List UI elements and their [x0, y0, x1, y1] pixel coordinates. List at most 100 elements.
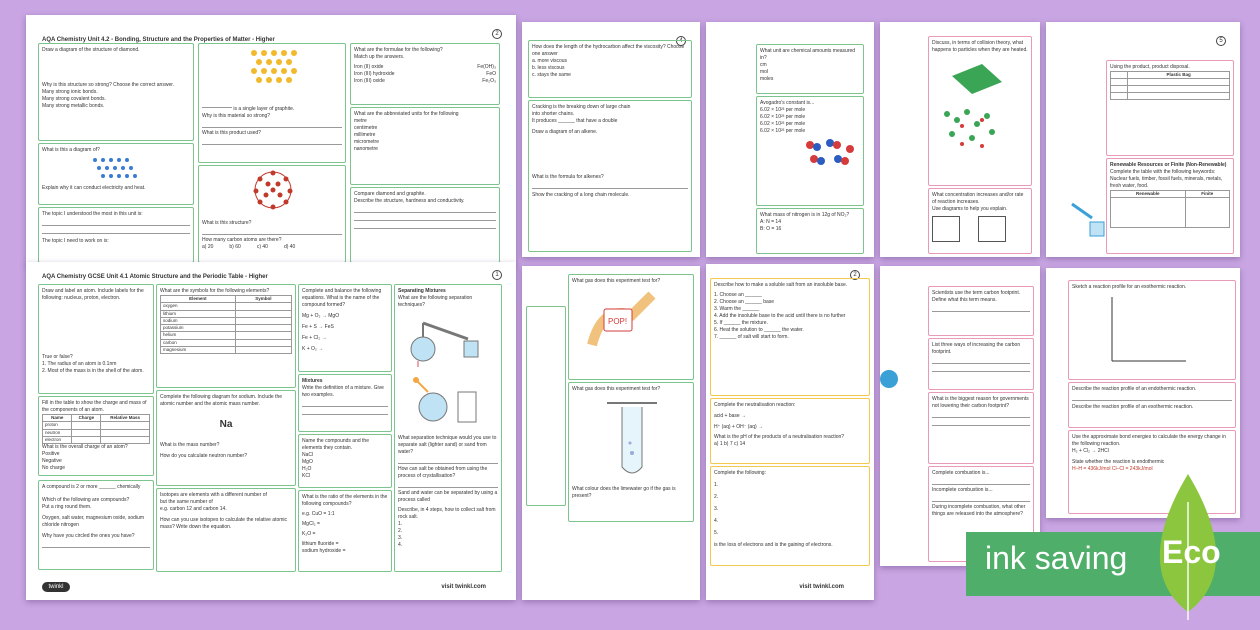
diagram-box[interactable]: [932, 216, 960, 242]
question-text: What is the ratio of the elements in the…: [302, 494, 388, 507]
table-header: Finite: [1184, 189, 1231, 199]
question-text: State whether the reaction is endothermi…: [1072, 459, 1165, 465]
table-cell: proton: [41, 421, 73, 430]
distillation-icon: [410, 321, 479, 367]
question-text: into shorter chains.: [532, 111, 575, 117]
question-text: Why have you circled the ones you have?: [42, 533, 135, 539]
q-renewable: Renewable Resources or Finite (Non-Renew…: [1106, 158, 1234, 254]
compound-row: KCl: [302, 473, 311, 479]
option: Many strong metallic bonds.: [42, 103, 105, 109]
footer-link[interactable]: visit twinkl.com: [441, 584, 486, 590]
answer-line[interactable]: [302, 401, 388, 407]
q-avogadro: Avogadro's constant is... 6.02 × 10²³ pe…: [756, 96, 864, 206]
answer-line[interactable]: [532, 183, 688, 189]
ink-saving-text: ink saving: [985, 540, 1128, 576]
answer-line[interactable]: [202, 102, 232, 108]
symbols-table: Element Symbol oxygen lithium sodium pota…: [160, 294, 293, 355]
compound-row: NaCl: [302, 452, 314, 458]
question-text: What are the abbreviated units for the f…: [354, 111, 459, 117]
formula-row: Iron (III) hydroxide: [354, 71, 395, 77]
answer-line[interactable]: [932, 366, 1030, 372]
formula-row: Iron (III) oxide: [354, 78, 385, 84]
axes-icon: [1111, 297, 1186, 362]
equation-row: H₂ + Cl₂ → 2HCl: [1072, 448, 1109, 454]
q-symbols: What are the symbols for the following e…: [156, 284, 296, 388]
answer-line[interactable]: [202, 122, 342, 128]
answer-line[interactable]: [42, 542, 150, 548]
q-units-moles: What unit are chemical amounts measured …: [756, 44, 864, 94]
answer-line[interactable]: [932, 358, 1030, 364]
step-line: 2.: [398, 528, 403, 534]
q-hydrogen-test: What gas does this experiment test for? …: [568, 274, 694, 380]
question-text: Complete the table with the following ke…: [1110, 169, 1223, 189]
step-line: 6. Heat the solution to: [714, 327, 763, 333]
option: 6.02 × 10²³ per mole: [760, 128, 806, 134]
equation-row: H⁺ (aq) + OH⁻ (aq) →: [714, 424, 764, 430]
question-text: Complete the following diagram for sodiu…: [160, 394, 283, 407]
option: A: N = 14: [760, 219, 781, 225]
answer-row: 3.: [714, 506, 719, 512]
answer-line[interactable]: [1072, 395, 1232, 401]
answer-line[interactable]: [202, 229, 342, 235]
footer-link[interactable]: visit twinkl.com: [799, 584, 844, 590]
q-blank: [526, 306, 566, 506]
step-line: 7.: [714, 334, 719, 340]
answer-line[interactable]: [398, 482, 498, 488]
answer-line[interactable]: [932, 306, 1030, 312]
table-header: Renewable: [1110, 189, 1186, 199]
q-diagram: What is this a diagram of? Explain why i…: [38, 143, 194, 205]
element-symbol: Na: [219, 419, 233, 430]
answer-line[interactable]: [354, 215, 496, 221]
diagram-box[interactable]: [978, 216, 1006, 242]
table-header: Element: [160, 294, 236, 304]
question-text: Put a ring round them.: [42, 504, 92, 510]
answer-line[interactable]: [932, 412, 1030, 418]
q-diamond: Draw a diagram of the structure of diamo…: [38, 43, 194, 141]
question-text: What concentration increases and/or rate…: [932, 192, 1024, 205]
q-formulae: What are the formulae for the following?…: [350, 43, 500, 105]
worksheet-resources: 5 Using the product, product disposal. P…: [1046, 22, 1240, 257]
question-text: Match up the answers.: [354, 54, 405, 60]
worksheet-hydrocarbons: 4 How does the length of the hydrocarbon…: [522, 22, 700, 257]
answer-line[interactable]: [932, 479, 1030, 485]
q-viscosity: How does the length of the hydrocarbon a…: [528, 40, 692, 98]
question-text: Sketch a reaction profile for an exother…: [1072, 284, 1187, 290]
answer-line[interactable]: [354, 223, 496, 229]
answer-line[interactable]: [932, 420, 1030, 426]
question-text: Discuss, in terms of collision theory, w…: [932, 40, 1028, 53]
answer-line[interactable]: [42, 220, 190, 226]
equation-row: K + O₂ →: [302, 346, 324, 352]
question-text: The topic I understood the most in this …: [42, 211, 143, 217]
question-text: Complete the following:: [714, 470, 766, 476]
question-text: Describe the reaction profile of an exot…: [1072, 404, 1194, 410]
answer-line[interactable]: [42, 228, 190, 234]
option: cm: [760, 62, 767, 68]
answer-line[interactable]: [302, 409, 388, 415]
q-buckyball: What is this structure? How many carbon …: [198, 165, 346, 263]
question-text: Name the compounds and the elements they…: [302, 438, 369, 451]
q-increase: List three ways of increasing the carbon…: [928, 338, 1034, 390]
q-co2-test: What gas does this experiment test for? …: [568, 382, 694, 522]
q-isotopes: Isotopes are elements with a different n…: [156, 488, 296, 572]
worksheet-gas-tests: What gas does this experiment test for? …: [522, 266, 700, 600]
table-cell: neutron: [41, 428, 73, 437]
question-text: List three ways of increasing the carbon…: [932, 342, 1021, 355]
answer-line[interactable]: [398, 458, 498, 464]
answer-line[interactable]: [354, 207, 496, 213]
answer-line[interactable]: [202, 139, 342, 145]
question-text: Complete and balance the following equat…: [302, 288, 382, 308]
question-text: What is the mass number?: [160, 442, 220, 448]
question-text: What is this structure?: [202, 220, 252, 226]
question-text: What gas does this experiment test for?: [572, 278, 661, 284]
unit-row: micrometre: [354, 139, 380, 145]
option: b. less viscous: [532, 65, 565, 71]
page-number: 1: [492, 270, 502, 280]
option: B: O = 16: [760, 226, 782, 232]
equation-row: Mg + O₂ → MgO: [302, 313, 340, 319]
question-text: The topic I need to work on is:: [42, 238, 109, 244]
answer-line[interactable]: [932, 496, 1030, 502]
question-text: What is this a diagram of?: [42, 147, 100, 153]
option: No charge: [42, 465, 66, 472]
ratio-row: sodium hydroxide =: [302, 548, 346, 554]
equation-row: Fe + S → FeS: [302, 324, 334, 330]
